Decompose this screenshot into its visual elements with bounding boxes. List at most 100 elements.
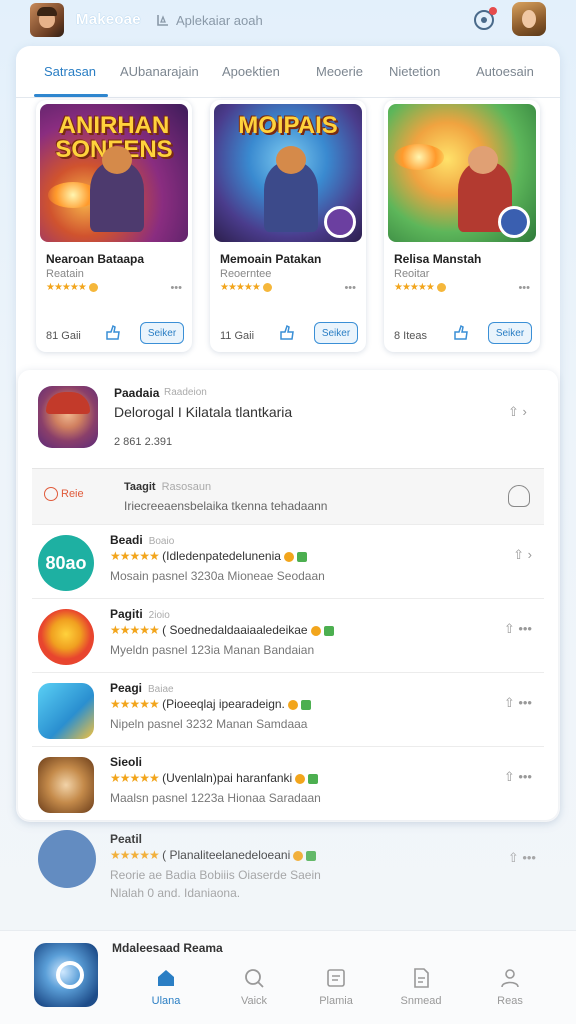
app-list-panel: Paadaia Raadeion Delorogal I Kilatala tl… [18, 370, 558, 820]
app-icon[interactable] [38, 683, 94, 739]
nav-label: Plamia [319, 995, 353, 1007]
app-description-2: Nlalah 0 and. Idaniaona. [110, 886, 241, 900]
more-icon[interactable]: ••• [344, 282, 356, 294]
coin-icon [293, 850, 304, 861]
app-rating: ★★★★★ ( Soednedaldaaiaaledeikae [110, 623, 334, 637]
nav-documents[interactable]: Snmead [391, 967, 451, 1007]
share-icon[interactable]: ⇧ ••• [504, 621, 532, 637]
nav-profile[interactable]: Reas [480, 967, 540, 1007]
tab-autoesain[interactable]: Autoesain [476, 64, 534, 79]
featured-logo[interactable] [34, 943, 98, 1007]
app-description: Reorie ae Badia Bobiiis Oiaserde Saein [110, 868, 321, 882]
coin-icon [310, 625, 321, 636]
top-bar: Makeoae Aplekaiar aoah [0, 0, 576, 40]
featured-card[interactable]: Relisa Manstah Reoitar ★★★★★ ••• 8 Iteas… [384, 100, 540, 352]
share-icon[interactable]: ⇧ ••• [508, 850, 536, 866]
game-publisher: Reoerntee [220, 268, 272, 280]
user-avatar[interactable] [512, 2, 546, 36]
thumbs-up-icon[interactable] [278, 324, 296, 342]
app-name-text: Beadi [110, 533, 143, 547]
nav-label: Reas [497, 995, 523, 1007]
app-icon[interactable] [38, 757, 94, 813]
more-icon[interactable]: ••• [170, 282, 182, 294]
nav-list[interactable]: Plamia [306, 967, 366, 1007]
hero-app-description: Delorogal I Kilatala tlantkaria [114, 404, 293, 420]
list-item[interactable]: Peagi Baiae ★★★★★ (Pioeeqlaj ipearadeign.… [32, 672, 544, 746]
select-button[interactable]: Seiker [314, 322, 358, 344]
rating-stars: ★★★★★ [110, 549, 160, 563]
promo-badge-label: Reie [61, 487, 84, 500]
nav-home[interactable]: Ulana [136, 967, 196, 1007]
app-rating-text: (Uvenlaln)pai haranfanki [162, 771, 293, 785]
promo-row[interactable]: Reie Taagit Rasosaun Iriecreeaensbelaika … [32, 468, 544, 524]
tab-satrasan[interactable]: Satrasan [44, 64, 96, 79]
hero-app-icon[interactable] [38, 386, 98, 448]
share-icon[interactable]: ⇧ › [513, 547, 532, 563]
rating-stars: ★★★★★ [220, 282, 261, 293]
game-artwork[interactable]: ANIRHAN SONEENS [40, 104, 188, 242]
art-badge [324, 206, 356, 238]
thumbs-up-icon[interactable] [104, 324, 122, 342]
art-title: MOIPAIS [238, 112, 338, 139]
promo-badge: Reie [44, 487, 84, 501]
list-item[interactable]: 80ao Beadi Boaio ★★★★★ (Idledenpatedelune… [32, 524, 544, 598]
game-size: 81 Gaii [46, 330, 81, 342]
tab-meoerie[interactable]: Meoerie [316, 64, 363, 79]
hero-app-name: Paadaia [114, 386, 160, 400]
search-icon [245, 969, 264, 988]
share-icon[interactable]: ⇧ › [508, 404, 538, 422]
list-item[interactable]: Sieoli ★★★★★ (Uvenlaln)pai haranfanki Ma… [32, 746, 544, 820]
home-action-icon[interactable] [508, 485, 530, 507]
tab-apoektien[interactable]: Apoektien [222, 64, 280, 79]
art-head [276, 146, 306, 174]
game-publisher: Reoitar [394, 268, 430, 280]
list-item[interactable]: Peatil ★★★★★ ( Planaliteelanedeloeani Re… [32, 828, 552, 928]
app-name: Peagi Baiae [110, 681, 174, 695]
app-rating-text: (Idledenpatedelunenia [162, 549, 281, 563]
notification-button[interactable] [472, 7, 497, 32]
app-logo[interactable] [30, 3, 64, 37]
more-icon[interactable]: ••• [518, 282, 530, 294]
app-tag: Boaio [148, 536, 175, 547]
coin-icon [436, 282, 446, 292]
tabs-divider [16, 97, 560, 98]
app-name: Beadi Boaio [110, 533, 174, 547]
nav-search[interactable]: Vaick [224, 967, 284, 1007]
share-icon[interactable]: ⇧ ••• [504, 769, 532, 785]
coin-icon [283, 551, 294, 562]
art-blast [394, 144, 444, 170]
nav-label: Snmead [400, 995, 442, 1007]
game-name: Relisa Manstah [394, 252, 482, 266]
promo-description: Iriecreeaensbelaika tkenna tehadaann [124, 499, 328, 513]
app-name-text: Pagiti [110, 607, 143, 621]
app-icon[interactable] [38, 609, 94, 665]
app-icon[interactable] [38, 830, 96, 888]
home-icon [158, 970, 174, 986]
select-button[interactable]: Seiker [488, 322, 532, 344]
search-bar[interactable]: Aplekaiar aoah [150, 8, 430, 32]
featured-card[interactable]: ANIRHAN SONEENS Nearoan Bataapa Reatain … [36, 100, 192, 352]
game-artwork[interactable] [388, 104, 536, 242]
tab-nietetion[interactable]: Nietetion [389, 64, 440, 79]
nav-label: Ulana [151, 995, 181, 1007]
art-badge [498, 206, 530, 238]
game-rating: ★★★★★ [46, 282, 98, 293]
badge-icon [308, 773, 319, 784]
app-rating: ★★★★★ (Uvenlaln)pai haranfanki [110, 771, 319, 785]
app-name: Sieoli [110, 755, 148, 769]
tab-aubanarajain[interactable]: AUbanarajain [120, 64, 199, 79]
featured-card[interactable]: MOIPAIS Memoain Patakan Reoerntee ★★★★★ … [210, 100, 366, 352]
user-icon [501, 969, 519, 988]
search-input[interactable]: Aplekaiar aoah [176, 13, 263, 28]
rating-stars: ★★★★★ [110, 771, 160, 785]
select-button[interactable]: Seiker [140, 322, 184, 344]
app-icon[interactable]: 80ao [38, 535, 94, 591]
hero-app-meta: 2 861 2.391 [114, 436, 173, 448]
app-rating: ★★★★★ (Pioeeqlaj ipearadeign. [110, 697, 311, 711]
thumbs-up-icon[interactable] [452, 324, 470, 342]
game-rating: ★★★★★ [220, 282, 272, 293]
share-icon[interactable]: ⇧ ••• [504, 695, 532, 711]
list-item[interactable]: Pagiti 2ioio ★★★★★ ( Soednedaldaaiaaledei… [32, 598, 544, 672]
notification-dot [489, 7, 497, 15]
game-artwork[interactable]: MOIPAIS [214, 104, 362, 242]
